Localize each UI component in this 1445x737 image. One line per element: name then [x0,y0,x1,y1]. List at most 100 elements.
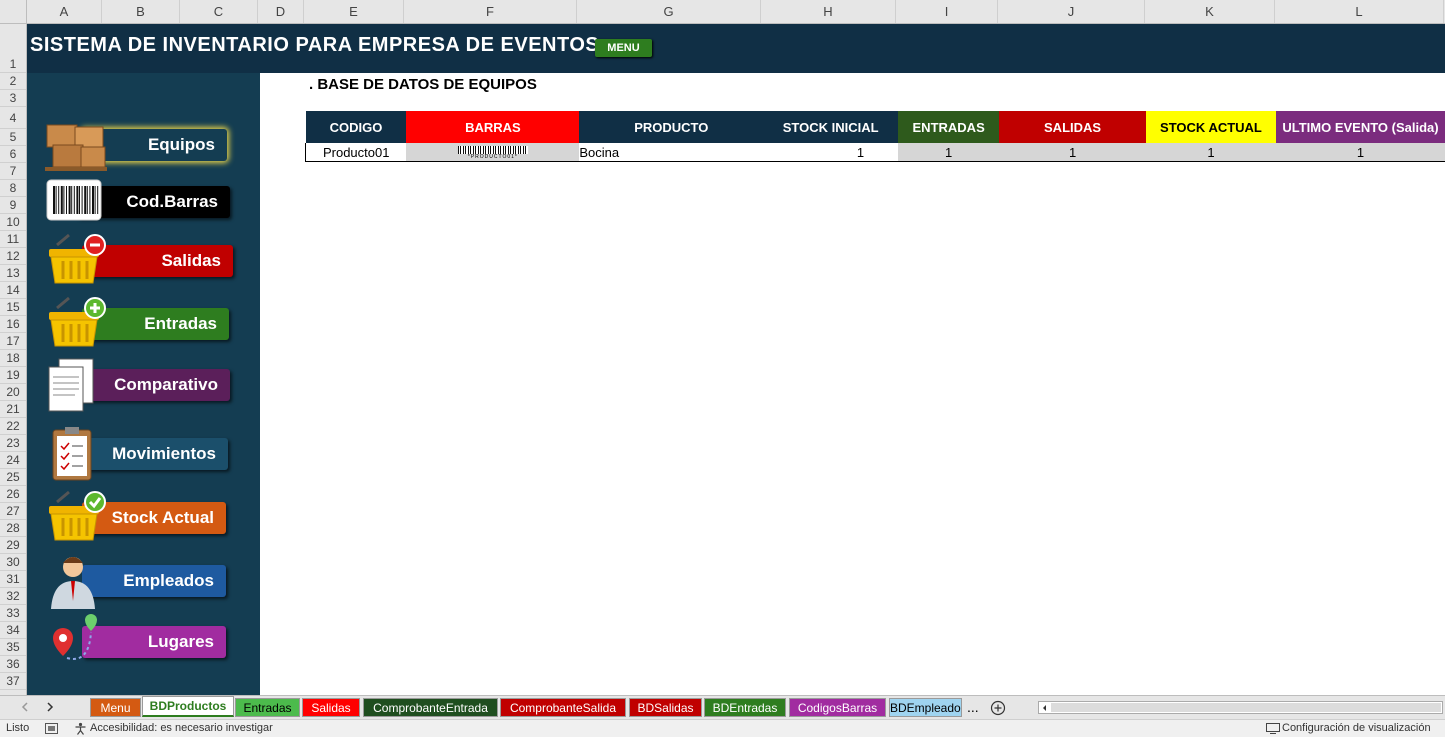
horizontal-scrollbar[interactable] [1038,701,1443,714]
macro-record-icon[interactable] [45,723,58,734]
column-header-j[interactable]: J [998,0,1145,23]
row-header-6[interactable]: 6 [0,146,26,163]
row-header-7[interactable]: 7 [0,163,26,180]
column-header-k[interactable]: K [1145,0,1275,23]
view-settings[interactable]: Configuración de visualización [1282,720,1431,737]
row-header-25[interactable]: 25 [0,469,26,486]
row-header-21[interactable]: 21 [0,401,26,418]
more-tabs[interactable]: ... [967,698,979,717]
sheet-tab-salidas[interactable]: Salidas [302,698,360,717]
scrollbar-thumb[interactable] [1051,703,1441,712]
row-header-10[interactable]: 10 [0,214,26,231]
row-header-36[interactable]: 36 [0,656,26,673]
column-header-g[interactable]: G [577,0,761,23]
row-header-24[interactable]: 24 [0,452,26,469]
barcode-icon [39,172,109,232]
barcode-text: *PRODUCTO01* [406,154,579,160]
row-header-33[interactable]: 33 [0,605,26,622]
table-row[interactable]: Producto01*PRODUCTO01*Bocina11111 [306,143,1445,162]
row-header-35[interactable]: 35 [0,639,26,656]
column-header-l[interactable]: L [1275,0,1444,23]
sheet-tab-bdproductos[interactable]: BDProductos [142,696,234,717]
row-header-30[interactable]: 30 [0,554,26,571]
display-settings-icon[interactable] [1266,723,1280,734]
sidebar-item-label: Comparativo [114,375,218,394]
sheet-tab-comprobanteentrada[interactable]: ComprobanteEntrada [363,698,498,717]
sheet-tab-menu[interactable]: Menu [90,698,141,717]
row-header-31[interactable]: 31 [0,571,26,588]
row-header-13[interactable]: 13 [0,265,26,282]
sidebar-item-label: Stock Actual [112,508,214,527]
row-header-37[interactable]: 37 [0,673,26,690]
column-header-b[interactable]: B [102,0,180,23]
equipment-table: CODIGOBARRASPRODUCTOSTOCK INICIALENTRADA… [305,111,1445,162]
row-header-15[interactable]: 15 [0,299,26,316]
column-header-a[interactable]: A [27,0,102,23]
row-header-28[interactable]: 28 [0,520,26,537]
sidebar: EquiposCod.BarrasSalidasEntradasComparat… [27,73,260,695]
cell-stock-inicial[interactable]: 1 [763,143,898,162]
status-ready: Listo [6,720,29,737]
cell-salidas[interactable]: 1 [999,143,1146,162]
row-header-12[interactable]: 12 [0,248,26,265]
accessibility-status[interactable]: Accesibilidad: es necesario investigar [90,720,273,737]
column-header-h[interactable]: H [761,0,896,23]
sheet-tab-bdempleados[interactable]: BDEmpleados [889,698,962,717]
column-header-e[interactable]: E [304,0,404,23]
cell-producto[interactable]: Bocina [579,143,763,162]
add-sheet-icon[interactable] [990,700,1006,716]
sheet-tab-comprobantesalida[interactable]: ComprobanteSalida [500,698,626,717]
row-header-20[interactable]: 20 [0,384,26,401]
person-icon [39,551,109,611]
sidebar-item-label: Equipos [148,135,215,154]
cell-codigo[interactable]: Producto01 [306,143,407,162]
cell-ultimo-evento[interactable]: 1 [1276,143,1445,162]
row-header-4[interactable]: 4 [0,107,26,129]
row-header-14[interactable]: 14 [0,282,26,299]
row-header-3[interactable]: 3 [0,90,26,107]
scroll-right-icon[interactable] [45,702,55,712]
column-ultimo-evento-salida: ULTIMO EVENTO (Salida) [1276,111,1445,143]
scrollbar-left-arrow-icon[interactable] [1040,703,1050,713]
column-header-f[interactable]: F [404,0,577,23]
row-header-8[interactable]: 8 [0,180,26,197]
accessibility-icon[interactable] [74,722,87,735]
row-header-1[interactable]: 1 [0,24,26,73]
basket-minus-icon [39,231,109,291]
row-header-32[interactable]: 32 [0,588,26,605]
column-header-i[interactable]: I [896,0,998,23]
menu-button[interactable]: MENU [595,39,652,57]
row-header-27[interactable]: 27 [0,503,26,520]
column-header-bar: ABCDEFGHIJKL [0,0,1445,24]
row-header-2[interactable]: 2 [0,73,26,90]
cell-stock-actual[interactable]: 1 [1146,143,1276,162]
sheet-tab-codigosbarras[interactable]: CodigosBarras [789,698,886,717]
sheet-tab-entradas[interactable]: Entradas [235,698,300,717]
sheet-tab-bdsalidas[interactable]: BDSalidas [629,698,702,717]
table-body: Producto01*PRODUCTO01*Bocina11111 [306,143,1445,162]
scroll-left-icon[interactable] [20,702,30,712]
row-header-19[interactable]: 19 [0,367,26,384]
column-header-c[interactable]: C [180,0,258,23]
column-header-d[interactable]: D [258,0,304,23]
row-header-9[interactable]: 9 [0,197,26,214]
clipboard-icon [39,424,109,484]
row-header-17[interactable]: 17 [0,333,26,350]
row-header-11[interactable]: 11 [0,231,26,248]
row-header-34[interactable]: 34 [0,622,26,639]
row-header-5[interactable]: 5 [0,129,26,146]
select-all-corner[interactable] [0,0,27,23]
cell-entradas[interactable]: 1 [898,143,999,162]
sidebar-item-label: Movimientos [112,444,216,463]
row-header-23[interactable]: 23 [0,435,26,452]
row-header-22[interactable]: 22 [0,418,26,435]
column-stock-actual: STOCK ACTUAL [1146,111,1276,143]
column-salidas: SALIDAS [999,111,1146,143]
sheet-tab-bdentradas[interactable]: BDEntradas [704,698,786,717]
row-header-29[interactable]: 29 [0,537,26,554]
barcode-cell[interactable]: *PRODUCTO01* [406,143,579,162]
row-header-26[interactable]: 26 [0,486,26,503]
row-header-16[interactable]: 16 [0,316,26,333]
row-header-18[interactable]: 18 [0,350,26,367]
barcode-image [458,146,528,154]
